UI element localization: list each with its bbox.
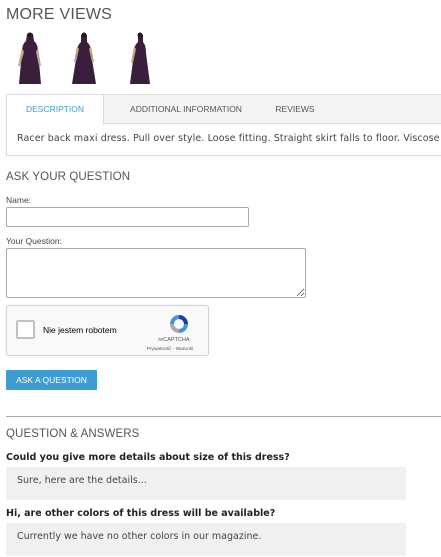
- question-textarea[interactable]: [6, 248, 306, 298]
- product-thumbnail-1[interactable]: [14, 32, 46, 84]
- name-field[interactable]: [6, 207, 249, 227]
- tab-additional-information[interactable]: ADDITIONAL INFORMATION: [111, 95, 261, 124]
- recaptcha-links[interactable]: Prywatność - Warunki: [133, 347, 207, 352]
- tab-reviews[interactable]: REVIEWS: [265, 95, 325, 124]
- description-text: Racer back maxi dress. Pull over style. …: [17, 133, 440, 144]
- name-label: Name:: [6, 195, 32, 205]
- recaptcha-logo-icon: [170, 315, 188, 333]
- tab-description[interactable]: DESCRIPTION: [7, 95, 104, 125]
- product-thumbnail-2[interactable]: [68, 32, 100, 84]
- recaptcha-brand: reCAPTCHA: [158, 337, 190, 343]
- section-divider: [6, 416, 441, 417]
- qa-question: Hi, are other colors of this dress will …: [6, 508, 276, 519]
- qa-answer: Currently we have no other colors in our…: [6, 523, 406, 556]
- recaptcha-checkbox[interactable]: [16, 320, 35, 339]
- product-tabs: DESCRIPTION ADDITIONAL INFORMATION REVIE…: [6, 94, 441, 156]
- recaptcha-label: Nie jestem robotem: [43, 325, 117, 335]
- thumbnail-strip: [14, 32, 174, 84]
- more-views-title: MORE VIEWS: [6, 6, 113, 23]
- product-thumbnail-3[interactable]: [124, 32, 156, 84]
- ask-question-button[interactable]: ASK A QUESTION: [6, 370, 97, 390]
- qa-answer: Sure, here are the details...: [6, 467, 406, 500]
- recaptcha-widget: Nie jestem robotem reCAPTCHA Prywatność …: [6, 305, 209, 356]
- qa-title: QUESTION & ANSWERS: [6, 428, 140, 440]
- tab-bar: DESCRIPTION ADDITIONAL INFORMATION REVIE…: [7, 95, 441, 125]
- question-label: Your Question:: [6, 236, 62, 246]
- qa-question: Could you give more details about size o…: [6, 452, 290, 463]
- ask-question-title: ASK YOUR QUESTION: [6, 171, 131, 183]
